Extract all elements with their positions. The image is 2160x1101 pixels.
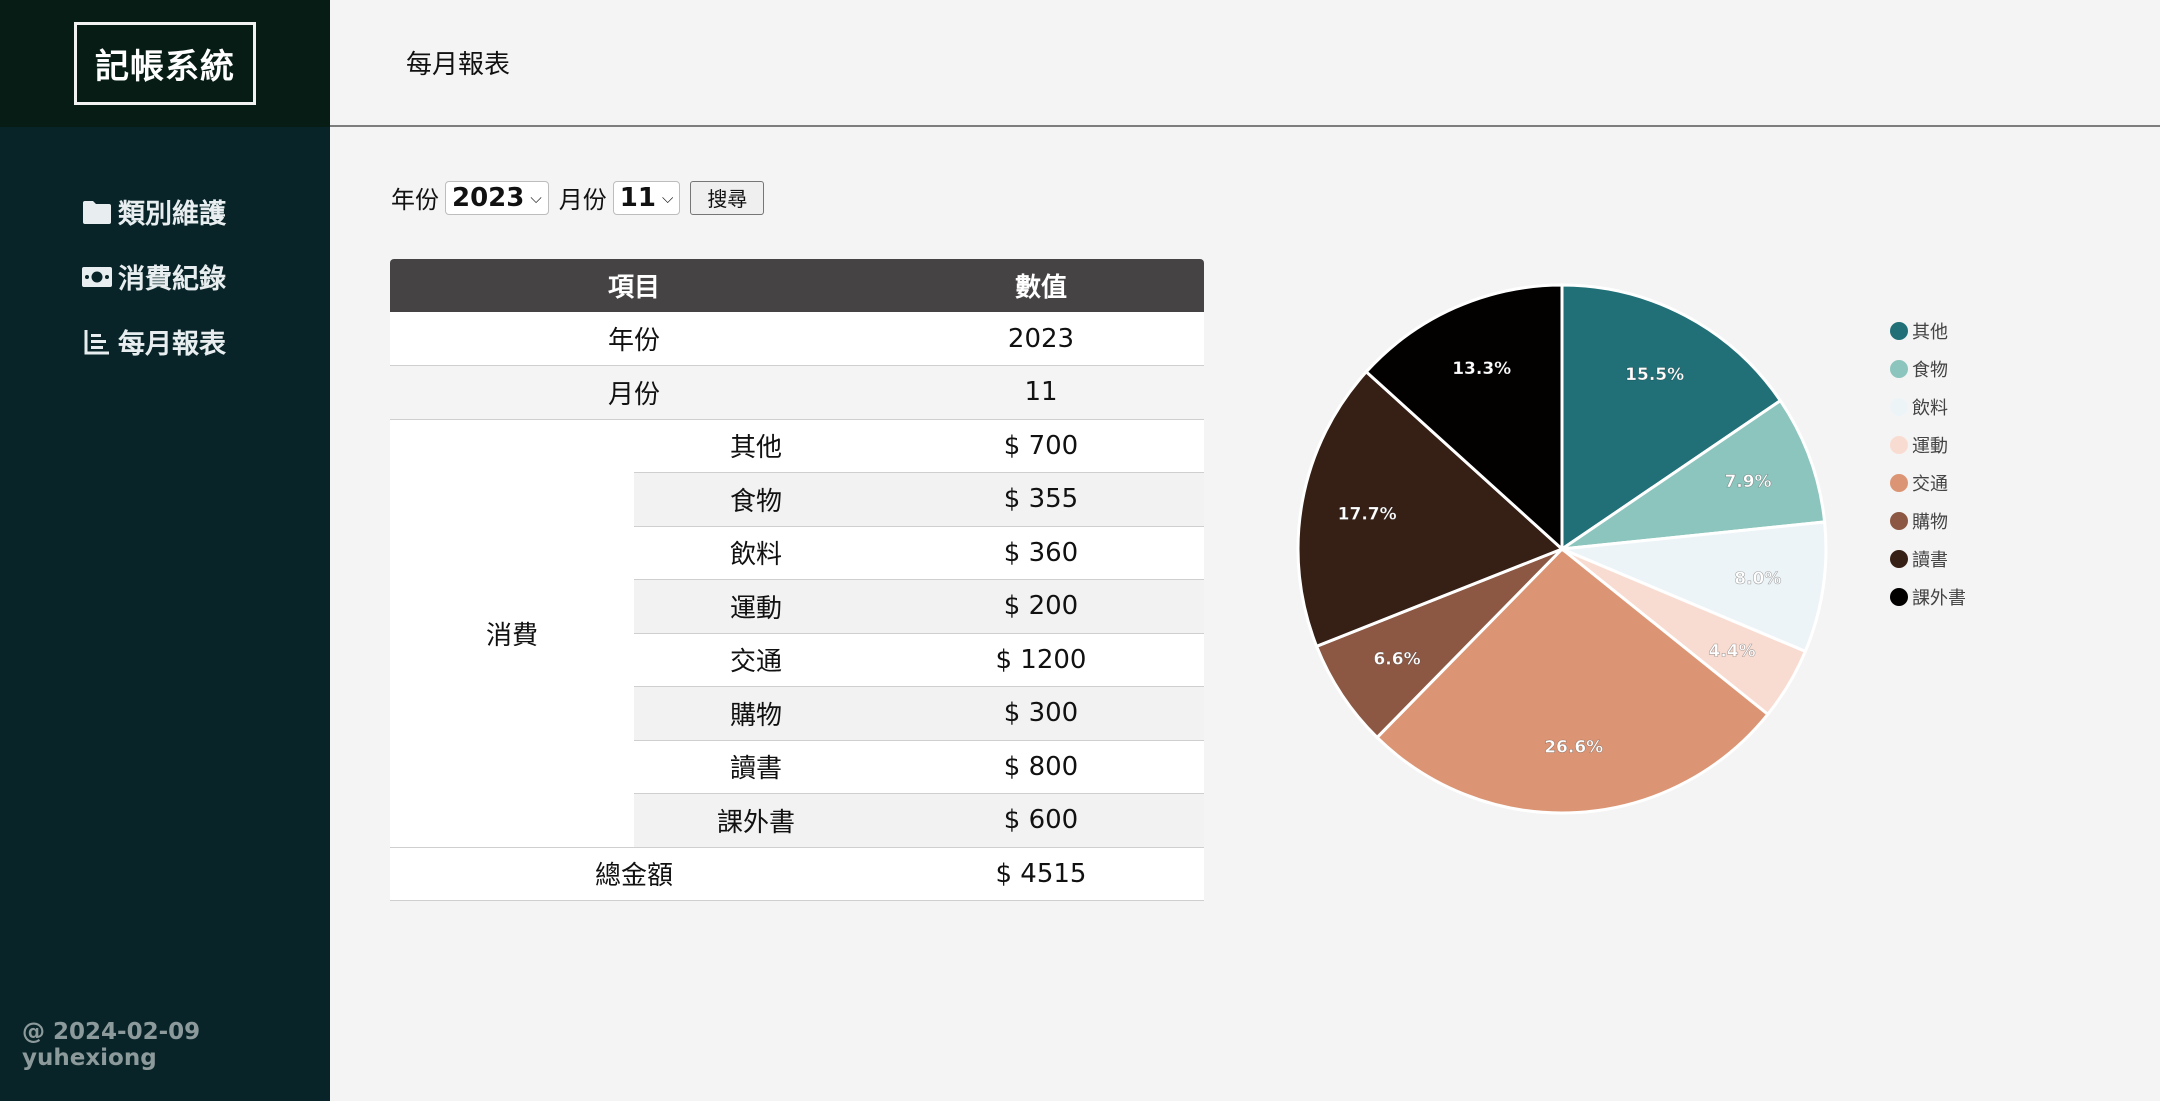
legend-label: 讀書 <box>1912 550 1948 571</box>
money-icon <box>80 260 114 294</box>
chart-legend: 其他食物飲料運動交通購物讀書課外書 <box>1890 312 1966 616</box>
report-table: 項目 數值 年份 2023 月份 11 消費 其他 $ 700 食物 $ 355… <box>390 259 1204 901</box>
chart-icon <box>80 325 114 359</box>
legend-label: 購物 <box>1912 512 1948 533</box>
sidebar-nav: 類別維護 消費紀錄 每月報表 <box>0 179 330 374</box>
legend-item[interactable]: 飲料 <box>1890 388 1966 426</box>
pie-data-label: 4.4% <box>1709 641 1756 661</box>
filter-bar: 年份 2023 ⌵ 月份 11 ⌵ 搜尋 <box>391 180 765 215</box>
legend-label: 課外書 <box>1912 588 1966 609</box>
category-name: 運動 <box>634 579 878 634</box>
category-name: 交通 <box>634 633 878 687</box>
month-select-value: 11 <box>619 182 656 213</box>
table-row-total: 總金額 $ 4515 <box>390 847 1204 901</box>
legend-item[interactable]: 課外書 <box>1890 578 1966 616</box>
brand-area: 記帳系統 <box>0 0 330 127</box>
legend-item[interactable]: 購物 <box>1890 502 1966 540</box>
legend-swatch <box>1890 512 1908 530</box>
sidebar: 記帳系統 類別維護 消費紀錄 每月報表 @ 2024-02-09 yuhexio… <box>0 0 330 1101</box>
pie-data-label: 15.5% <box>1625 365 1684 385</box>
legend-swatch <box>1890 398 1908 416</box>
total-value: $ 4515 <box>878 847 1204 901</box>
legend-swatch <box>1890 588 1908 606</box>
footer-credit: @ 2024-02-09 yuhexiong <box>22 1019 201 1071</box>
category-name: 購物 <box>634 686 878 741</box>
sidebar-item-category[interactable]: 類別維護 <box>80 179 330 244</box>
legend-label: 交通 <box>1912 474 1948 495</box>
row-value: 11 <box>878 365 1204 420</box>
row-label: 年份 <box>390 312 878 366</box>
category-value: $ 355 <box>878 472 1204 527</box>
category-name: 飲料 <box>634 526 878 580</box>
table-row-month: 月份 11 <box>390 365 1204 420</box>
sidebar-item-label: 消費紀錄 <box>118 264 226 295</box>
top-header: 每月報表 <box>330 0 2160 127</box>
category-value: $ 700 <box>878 419 1204 473</box>
month-label: 月份 <box>558 186 607 214</box>
year-select-value: 2023 <box>452 182 525 213</box>
category-name: 食物 <box>634 472 878 527</box>
sidebar-item-records[interactable]: 消費紀錄 <box>80 244 330 309</box>
expense-pie-chart: 15.5% 7.9% 8.0% 4.4% 26.6% 6.6% 17.7% 13.3% <box>1296 283 1828 815</box>
column-header-value: 數值 <box>878 259 1204 312</box>
search-button[interactable]: 搜尋 <box>690 180 765 215</box>
row-value: 2023 <box>878 312 1204 366</box>
pie-data-label: 26.6% <box>1544 738 1603 758</box>
legend-label: 食物 <box>1912 360 1948 381</box>
legend-item[interactable]: 其他 <box>1890 312 1966 350</box>
chevron-down-icon: ⌵ <box>530 188 542 207</box>
category-value: $ 300 <box>878 686 1204 741</box>
sidebar-item-label: 類別維護 <box>118 199 226 230</box>
table-header-row: 項目 數值 <box>390 259 1204 312</box>
page-title: 每月報表 <box>406 50 511 80</box>
category-name: 課外書 <box>634 793 878 848</box>
chevron-down-icon: ⌵ <box>661 188 674 207</box>
month-select[interactable]: 11 ⌵ <box>612 180 681 215</box>
pie-data-label: 17.7% <box>1338 505 1397 525</box>
legend-item[interactable]: 運動 <box>1890 426 1966 464</box>
category-name: 讀書 <box>634 740 878 794</box>
legend-swatch <box>1890 322 1908 340</box>
group-label: 消費 <box>390 419 634 848</box>
app-logo[interactable]: 記帳系統 <box>74 22 256 105</box>
category-value: $ 1200 <box>878 633 1204 687</box>
table-row-year: 年份 2023 <box>390 312 1204 366</box>
pie-data-label: 13.3% <box>1452 359 1511 379</box>
sidebar-item-monthly-report[interactable]: 每月報表 <box>80 309 330 374</box>
pie-data-label: 8.0% <box>1734 569 1781 589</box>
column-header-item: 項目 <box>390 259 878 312</box>
category-value: $ 800 <box>878 740 1204 794</box>
total-label: 總金額 <box>390 847 878 901</box>
legend-label: 飲料 <box>1912 398 1948 419</box>
legend-swatch <box>1890 360 1908 378</box>
folder-icon <box>80 195 114 229</box>
sidebar-item-label: 每月報表 <box>118 329 226 360</box>
legend-item[interactable]: 交通 <box>1890 464 1966 502</box>
legend-swatch <box>1890 436 1908 454</box>
legend-label: 其他 <box>1912 322 1948 343</box>
legend-swatch <box>1890 474 1908 492</box>
pie-data-label: 6.6% <box>1373 650 1420 670</box>
table-row: 消費 其他 $ 700 <box>390 419 1204 848</box>
legend-item[interactable]: 食物 <box>1890 350 1966 388</box>
year-label: 年份 <box>391 186 439 214</box>
year-select[interactable]: 2023 ⌵ <box>445 180 549 215</box>
pie-data-label: 7.9% <box>1724 472 1771 492</box>
category-value: $ 360 <box>878 526 1204 580</box>
category-value: $ 600 <box>878 793 1204 848</box>
legend-item[interactable]: 讀書 <box>1890 540 1966 578</box>
category-name: 其他 <box>634 419 878 473</box>
category-value: $ 200 <box>878 579 1204 634</box>
row-label: 月份 <box>390 365 878 420</box>
legend-label: 運動 <box>1912 436 1948 457</box>
legend-swatch <box>1890 550 1908 568</box>
